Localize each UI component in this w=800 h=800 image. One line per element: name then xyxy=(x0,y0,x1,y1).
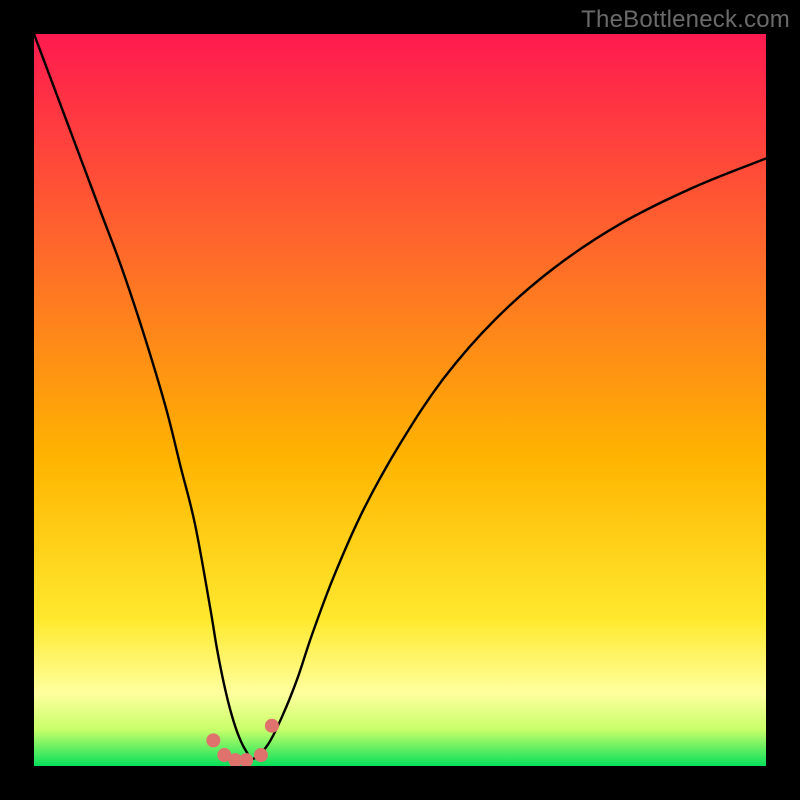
valley-marker xyxy=(206,733,220,747)
valley-marker xyxy=(239,753,253,767)
bottleneck-chart xyxy=(0,0,800,800)
chart-frame: TheBottleneck.com xyxy=(0,0,800,800)
valley-marker xyxy=(254,748,268,762)
valley-marker xyxy=(265,719,279,733)
gradient-background xyxy=(34,34,766,766)
